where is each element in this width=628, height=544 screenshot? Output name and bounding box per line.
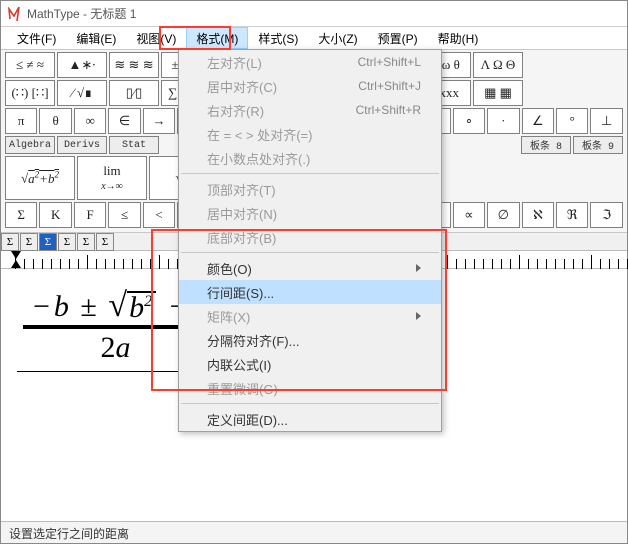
radical-icon: √ bbox=[108, 291, 127, 321]
palette-cell[interactable]: K bbox=[39, 202, 71, 228]
status-text: 设置选定行之间的距离 bbox=[9, 527, 129, 541]
palette-side-tab[interactable]: 板条 8 bbox=[521, 136, 571, 154]
palette-cell[interactable]: (∷) [∷] bbox=[5, 80, 55, 106]
menu-format[interactable]: 格式(M) bbox=[186, 27, 248, 49]
palette-cell[interactable]: ∝ bbox=[453, 202, 485, 228]
palette-cell[interactable]: ∈ bbox=[108, 108, 140, 134]
menu-file[interactable]: 文件(F) bbox=[7, 27, 66, 49]
palette-cell[interactable]: ℵ bbox=[522, 202, 554, 228]
palette-cell[interactable]: ▦ ▦ bbox=[473, 80, 523, 106]
palette-cell[interactable]: ∠ bbox=[522, 108, 554, 134]
status-bar: 设置选定行之间的距离 bbox=[1, 521, 627, 543]
palette-cell[interactable]: π bbox=[5, 108, 37, 134]
menu-view[interactable]: 视图(V) bbox=[126, 27, 186, 49]
palette-cell[interactable]: ▯⁄▯ bbox=[109, 80, 159, 106]
palette-cell[interactable]: → bbox=[143, 108, 175, 134]
menu-edit[interactable]: 编辑(E) bbox=[66, 27, 126, 49]
format-line-spacing[interactable]: 行间距(S)... bbox=[179, 280, 441, 304]
format-color[interactable]: 颜色(O) bbox=[179, 256, 441, 280]
menu-preset[interactable]: 预置(P) bbox=[368, 27, 428, 49]
palette-cell[interactable]: ℑ bbox=[590, 202, 622, 228]
palette-cell[interactable]: · bbox=[487, 108, 519, 134]
format-inline[interactable]: 内联公式(I) bbox=[179, 352, 441, 376]
ruler-bottom-marker-icon[interactable] bbox=[11, 260, 21, 268]
format-align-mid[interactable]: 居中对齐(N) bbox=[179, 201, 441, 225]
menu-separator bbox=[181, 173, 439, 174]
palette-cell[interactable]: ≤ bbox=[108, 202, 140, 228]
format-align-right[interactable]: 右对齐(R)Ctrl+Shift+R bbox=[179, 98, 441, 122]
menu-bar: 文件(F) 编辑(E) 视图(V) 格式(M) 样式(S) 大小(Z) 预置(P… bbox=[1, 27, 627, 49]
size-xs1-icon[interactable]: Σ bbox=[58, 233, 76, 251]
size-xs3-icon[interactable]: Σ bbox=[96, 233, 114, 251]
ruler-top-marker-icon[interactable] bbox=[11, 251, 21, 259]
palette-cell[interactable]: ∞ bbox=[74, 108, 106, 134]
format-align-at[interactable]: 在 = < > 处对齐(=) bbox=[179, 122, 441, 146]
palette-cell[interactable]: Σ bbox=[5, 202, 37, 228]
palette-tab[interactable]: Stat bbox=[109, 136, 159, 154]
format-reset-nudge[interactable]: 重置微调(G) bbox=[179, 376, 441, 400]
palette-big-lim[interactable]: limx→∞ bbox=[77, 156, 147, 200]
palette-cell[interactable]: ∘ bbox=[453, 108, 485, 134]
palette-cell[interactable]: ▲∗∙ bbox=[57, 52, 107, 78]
menu-separator bbox=[181, 403, 439, 404]
palette-cell[interactable]: θ bbox=[39, 108, 71, 134]
palette-cell[interactable]: F bbox=[74, 202, 106, 228]
format-fence-align[interactable]: 分隔符对齐(F)... bbox=[179, 328, 441, 352]
palette-cell[interactable]: < bbox=[143, 202, 175, 228]
palette-cell[interactable]: ° bbox=[556, 108, 588, 134]
size-large-icon[interactable]: Σ bbox=[1, 233, 19, 251]
palette-side-tab[interactable]: 板条 9 bbox=[573, 136, 623, 154]
palette-cell[interactable]: ⊥ bbox=[590, 108, 622, 134]
palette-cell[interactable]: ℜ bbox=[556, 202, 588, 228]
menu-help[interactable]: 帮助(H) bbox=[428, 27, 489, 49]
palette-cell[interactable]: ≤ ≠ ≈ bbox=[5, 52, 55, 78]
menu-size[interactable]: 大小(Z) bbox=[308, 27, 367, 49]
format-define-spacing[interactable]: 定义间距(D)... bbox=[179, 407, 441, 431]
palette-cell[interactable]: ∅ bbox=[487, 202, 519, 228]
format-align-center[interactable]: 居中对齐(C)Ctrl+Shift+J bbox=[179, 74, 441, 98]
format-dropdown: 左对齐(L)Ctrl+Shift+L 居中对齐(C)Ctrl+Shift+J 右… bbox=[178, 49, 442, 432]
baseline-rule bbox=[17, 371, 187, 372]
menu-style[interactable]: 样式(S) bbox=[248, 27, 308, 49]
palette-cell[interactable]: ∕ √∎ bbox=[57, 80, 107, 106]
format-matrix[interactable]: 矩阵(X) bbox=[179, 304, 441, 328]
palette-cell[interactable]: ≋ ≋ ≋ bbox=[109, 52, 159, 78]
format-align-left[interactable]: 左对齐(L)Ctrl+Shift+L bbox=[179, 50, 441, 74]
size-med-icon[interactable]: Σ bbox=[20, 233, 38, 251]
size-xs2-icon[interactable]: Σ bbox=[77, 233, 95, 251]
format-align-bot[interactable]: 底部对齐(B) bbox=[179, 225, 441, 249]
app-logo-icon bbox=[7, 7, 21, 21]
format-align-top[interactable]: 顶部对齐(T) bbox=[179, 177, 441, 201]
window-title: MathType - 无标题 1 bbox=[27, 5, 136, 22]
menu-separator bbox=[181, 252, 439, 253]
format-align-dec[interactable]: 在小数点处对齐(.) bbox=[179, 146, 441, 170]
palette-tab[interactable]: Derivs bbox=[57, 136, 107, 154]
palette-big-sqrt_expr[interactable]: √a2+b2 bbox=[5, 156, 75, 200]
palette-cell[interactable]: Λ Ω Θ bbox=[473, 52, 523, 78]
palette-tab[interactable]: Algebra bbox=[5, 136, 55, 154]
size-small-icon[interactable]: Σ bbox=[39, 233, 57, 251]
